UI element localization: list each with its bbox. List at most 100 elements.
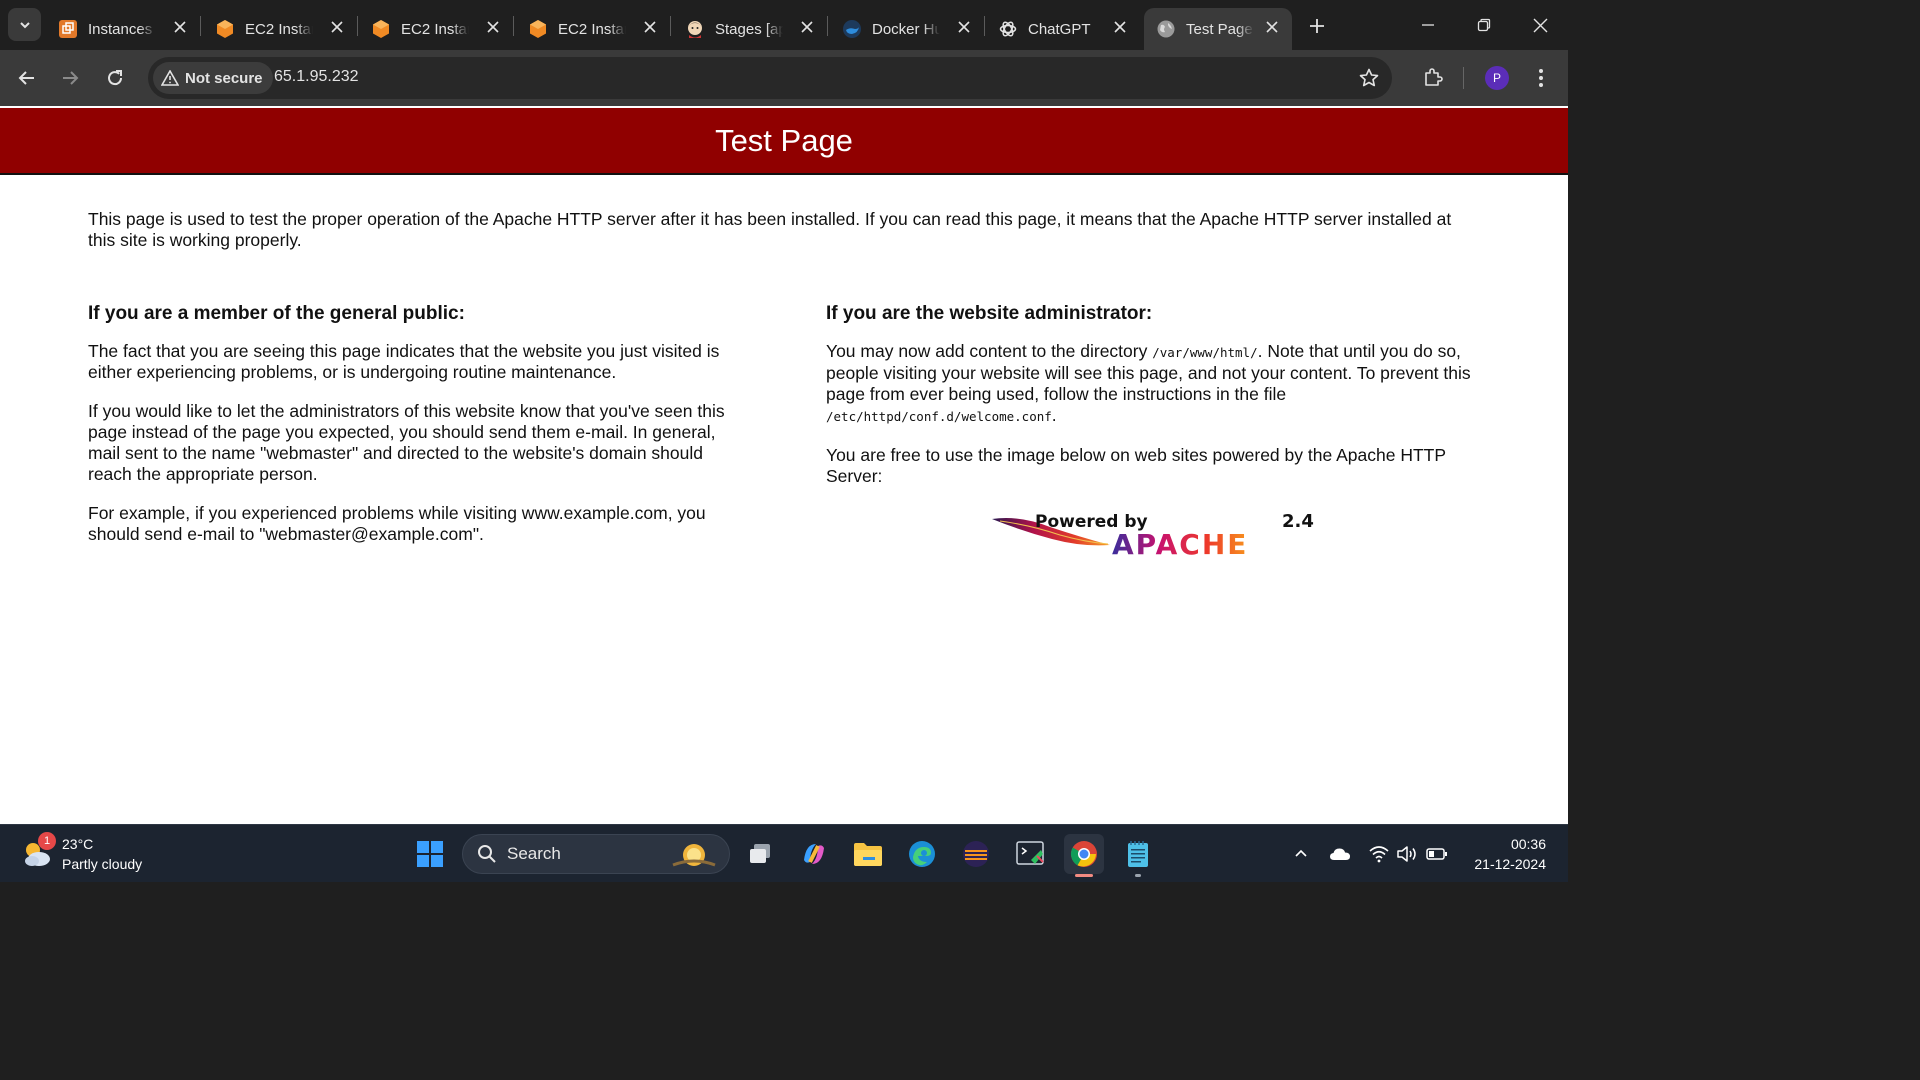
- eclipse-icon: [963, 841, 989, 867]
- tab-title: EC2 Instances: [245, 20, 313, 38]
- browser-tab[interactable]: ChatGPT: [986, 8, 1140, 50]
- copilot-button[interactable]: [794, 834, 834, 874]
- logo-version: 2.4: [1282, 511, 1314, 532]
- windows-logo-icon: [417, 841, 443, 867]
- reload-button[interactable]: [99, 62, 131, 94]
- weather-notification-badge: 1: [38, 832, 56, 850]
- file-explorer-button[interactable]: [848, 834, 888, 874]
- admin-text-a: You may now add content to the directory: [826, 341, 1153, 361]
- close-tab-icon[interactable]: [954, 17, 974, 37]
- notepad-button[interactable]: [1118, 834, 1158, 874]
- volume-button[interactable]: [1394, 841, 1420, 867]
- browser-tab[interactable]: EC2 Instances: [359, 8, 514, 50]
- close-tab-icon[interactable]: [1262, 17, 1282, 37]
- globe-icon: [1156, 19, 1176, 39]
- task-view-button[interactable]: [740, 834, 780, 874]
- arrow-left-icon: [18, 71, 34, 85]
- intro-paragraph: This page is used to test the proper ope…: [88, 209, 1452, 250]
- copilot-icon: [804, 844, 824, 864]
- browser-tab[interactable]: Instances |: [46, 8, 201, 50]
- wifi-button[interactable]: [1366, 841, 1392, 867]
- tab-title: Test Page for: [1186, 20, 1254, 38]
- url-text[interactable]: 65.1.95.232: [274, 68, 359, 86]
- chrome-button[interactable]: [1064, 834, 1104, 874]
- tab-title: Docker Hub: [872, 20, 940, 38]
- weather-temp: 23°C: [62, 836, 94, 852]
- tab-title: Instances |: [88, 20, 156, 38]
- tab-title: EC2 Instances: [401, 20, 469, 38]
- close-window-button[interactable]: [1517, 8, 1563, 42]
- profile-avatar[interactable]: P: [1485, 66, 1509, 90]
- start-button[interactable]: [410, 834, 450, 874]
- browser-tab[interactable]: Stages [app]: [673, 8, 828, 50]
- tab-separator: [200, 16, 201, 36]
- warning-icon: [161, 70, 179, 86]
- restore-icon: [1477, 18, 1491, 32]
- page-viewport: Test Page This page is used to test the …: [0, 106, 1568, 824]
- public-paragraph-3: For example, if you experienced problems…: [88, 503, 706, 544]
- tab-title: EC2 Instances: [558, 20, 626, 38]
- bookmark-button[interactable]: [1356, 65, 1382, 91]
- close-tab-icon[interactable]: [640, 17, 660, 37]
- docker-icon: [842, 19, 862, 39]
- browser-tab-active[interactable]: Test Page for: [1144, 8, 1292, 50]
- tab-separator: [513, 16, 514, 36]
- snipping-tool-button[interactable]: [1010, 834, 1050, 874]
- aws-instances-icon: [58, 19, 78, 39]
- show-hidden-icons-button[interactable]: [1288, 841, 1314, 867]
- back-button[interactable]: [11, 62, 43, 94]
- star-icon: [1359, 68, 1379, 87]
- search-icon: [478, 845, 496, 863]
- eclipse-button[interactable]: [956, 834, 996, 874]
- minimize-button[interactable]: [1405, 8, 1451, 42]
- search-highlight-icon: [672, 844, 716, 867]
- new-tab-button[interactable]: [1303, 12, 1331, 40]
- weather-widget[interactable]: 1 23°C Partly cloudy: [20, 832, 142, 875]
- chatgpt-icon: [998, 19, 1018, 39]
- edge-button[interactable]: [902, 834, 942, 874]
- address-bar[interactable]: Not secure 65.1.95.232: [148, 57, 1392, 99]
- close-tab-icon[interactable]: [327, 17, 347, 37]
- security-label: Not secure: [185, 69, 263, 87]
- public-paragraph-1: The fact that you are seeing this page i…: [88, 341, 720, 382]
- close-tab-icon[interactable]: [797, 17, 817, 37]
- close-tab-icon[interactable]: [1110, 17, 1130, 37]
- admin-heading: If you are the website administrator:: [826, 303, 1153, 324]
- admin-section: If you are the website administrator: Yo…: [826, 303, 1476, 505]
- ec2-icon: [528, 19, 548, 39]
- restore-button[interactable]: [1461, 8, 1507, 42]
- onedrive-button[interactable]: [1327, 841, 1353, 867]
- chevron-down-icon: [19, 21, 30, 28]
- folder-icon: [854, 843, 882, 866]
- site-security-chip[interactable]: Not secure: [153, 62, 273, 94]
- close-tab-icon[interactable]: [483, 17, 503, 37]
- tab-search-button[interactable]: [8, 8, 41, 41]
- browser-menu-button[interactable]: [1528, 64, 1554, 92]
- tab-strip: Instances | EC2 Instances EC2 Instances …: [0, 0, 1568, 50]
- system-clock[interactable]: 00:36 21-12-2024: [1462, 834, 1546, 874]
- battery-button[interactable]: [1424, 841, 1450, 867]
- docroot-path: /var/www/html/: [1152, 345, 1258, 360]
- public-section: If you are a member of the general publi…: [88, 303, 738, 563]
- page-header-banner: Test Page: [0, 108, 1568, 175]
- forward-button[interactable]: [54, 62, 86, 94]
- browser-tab[interactable]: Docker Hub: [830, 8, 985, 50]
- tab-separator: [827, 16, 828, 36]
- extensions-button[interactable]: [1418, 62, 1448, 92]
- close-icon: [1533, 18, 1547, 32]
- reload-icon: [108, 70, 123, 86]
- wifi-icon: [1369, 846, 1389, 863]
- battery-icon: [1426, 848, 1447, 860]
- logo-apache: APACHE: [1112, 528, 1248, 557]
- puzzle-icon: [1425, 68, 1443, 86]
- chrome-running-indicator: [1075, 874, 1093, 877]
- public-paragraph-2: If you would like to let the administrat…: [88, 401, 725, 484]
- ec2-icon: [215, 19, 235, 39]
- weather-text: 23°C Partly cloudy: [62, 834, 142, 874]
- chrome-icon: [1070, 841, 1097, 867]
- taskbar-search-box[interactable]: Search: [462, 834, 730, 874]
- close-tab-icon[interactable]: [170, 17, 190, 37]
- browser-tab[interactable]: EC2 Instances: [203, 8, 358, 50]
- browser-tab[interactable]: EC2 Instances: [516, 8, 671, 50]
- task-view-icon: [750, 844, 770, 863]
